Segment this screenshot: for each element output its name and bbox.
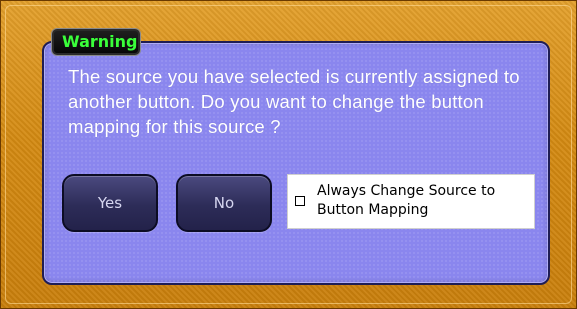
- always-change-checkbox[interactable]: [295, 196, 305, 206]
- warning-title: Warning: [52, 29, 140, 55]
- yes-button[interactable]: Yes: [62, 174, 158, 232]
- no-button[interactable]: No: [176, 174, 272, 232]
- always-change-option: Always Change Source to Button Mapping: [287, 174, 535, 229]
- dialog-message: The source you have selected is currentl…: [68, 66, 520, 137]
- always-change-label[interactable]: Always Change Source to Button Mapping: [317, 182, 532, 220]
